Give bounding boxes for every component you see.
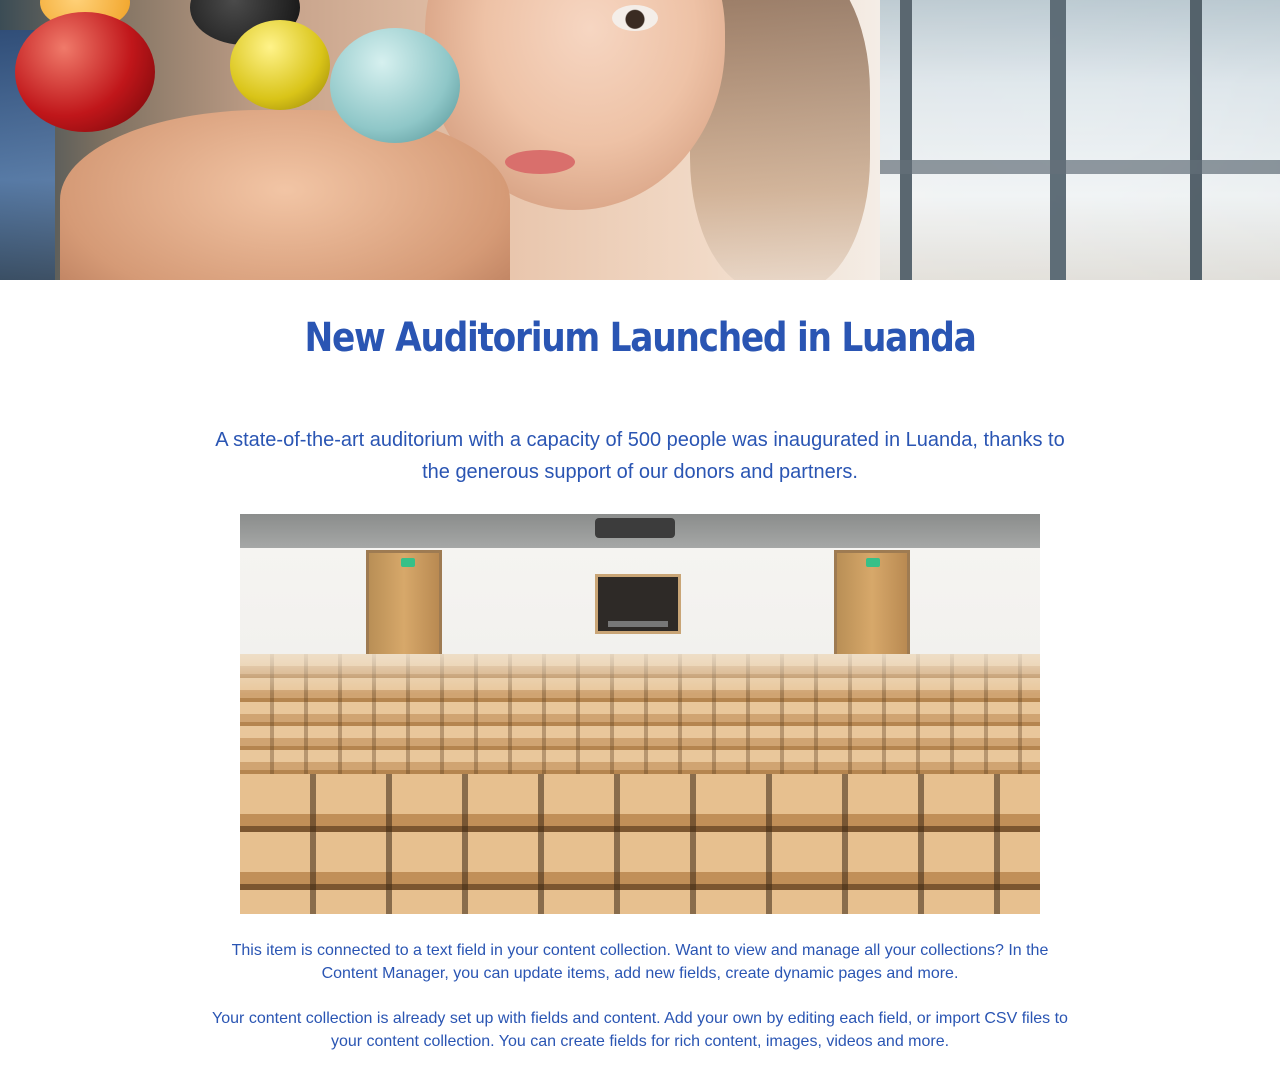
- exit-sign: [866, 558, 880, 567]
- hero-image: [0, 0, 1280, 280]
- exit-sign: [401, 558, 415, 567]
- auditorium-image: [240, 514, 1040, 914]
- hero-lips: [505, 150, 575, 174]
- article-title: New Auditorium Launched in Luanda: [304, 315, 976, 361]
- molecule-ball: [15, 12, 155, 132]
- molecule-ball: [330, 28, 460, 143]
- hero-background-window: [880, 0, 1280, 280]
- hero-eye: [612, 5, 658, 31]
- molecule-ball: [230, 20, 330, 110]
- hero-hand: [60, 110, 510, 280]
- article-summary: A state-of-the-art auditorium with a cap…: [215, 429, 1065, 483]
- body-paragraph: Your content collection is already set u…: [212, 1010, 1068, 1050]
- auditorium-screen: [595, 574, 681, 634]
- body-paragraph: This item is connected to a text field i…: [231, 942, 1049, 982]
- projector: [595, 518, 675, 538]
- seats-haze: [240, 654, 1040, 694]
